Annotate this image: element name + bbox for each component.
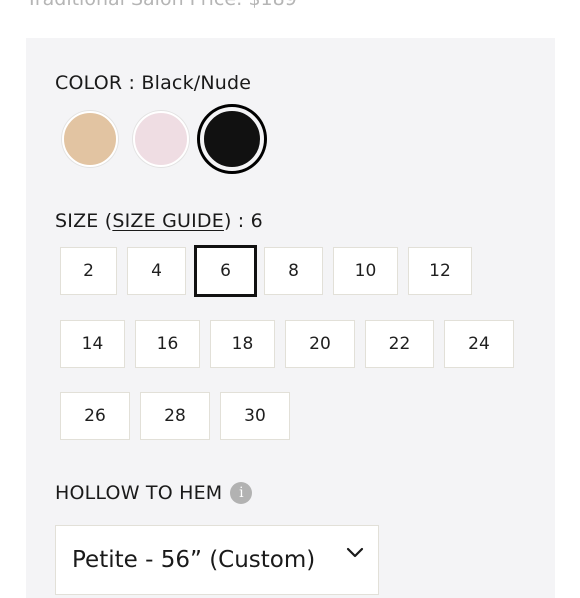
size-option-12[interactable]: 12: [408, 247, 472, 295]
hollow-to-hem-select[interactable]: Petite - 56” (Custom): [55, 525, 379, 595]
size-option-24[interactable]: 24: [444, 320, 514, 368]
swatch-black[interactable]: [200, 107, 264, 171]
size-option-6[interactable]: 6: [194, 245, 257, 297]
size-option-18[interactable]: 18: [210, 320, 275, 368]
size-option-10[interactable]: 10: [333, 247, 398, 295]
size-option-22[interactable]: 22: [365, 320, 434, 368]
chevron-down-icon: [346, 547, 364, 558]
size-option-2[interactable]: 2: [60, 247, 117, 295]
size-option-30[interactable]: 30: [220, 392, 290, 440]
info-icon[interactable]: i: [230, 482, 253, 504]
size-label: SIZE (SIZE GUIDE) : 6: [55, 210, 263, 232]
swatch-blush[interactable]: [133, 111, 189, 167]
size-value: 6: [250, 210, 263, 232]
size-option-20[interactable]: 20: [285, 320, 355, 368]
size-guide-link[interactable]: SIZE GUIDE: [112, 210, 224, 232]
color-label-prefix: COLOR :: [55, 72, 142, 94]
hem-select-value: Petite - 56” (Custom): [72, 547, 316, 573]
swatch-nude[interactable]: [62, 111, 118, 167]
color-label: COLOR : Black/Nude: [55, 72, 251, 94]
size-label-prefix: SIZE (: [55, 210, 113, 232]
size-option-26[interactable]: 26: [60, 392, 130, 440]
size-option-8[interactable]: 8: [264, 247, 323, 295]
hollow-to-hem-label: HOLLOW TO HEM i: [55, 482, 253, 504]
size-option-4[interactable]: 4: [127, 247, 186, 295]
hem-label-text: HOLLOW TO HEM: [55, 482, 223, 504]
size-label-suffix: ) :: [223, 210, 251, 232]
color-value: Black/Nude: [141, 72, 252, 94]
size-option-16[interactable]: 16: [135, 320, 200, 368]
size-option-28[interactable]: 28: [140, 392, 210, 440]
size-option-14[interactable]: 14: [60, 320, 125, 368]
price-text: Traditional Salon Price: $189: [26, 0, 297, 10]
